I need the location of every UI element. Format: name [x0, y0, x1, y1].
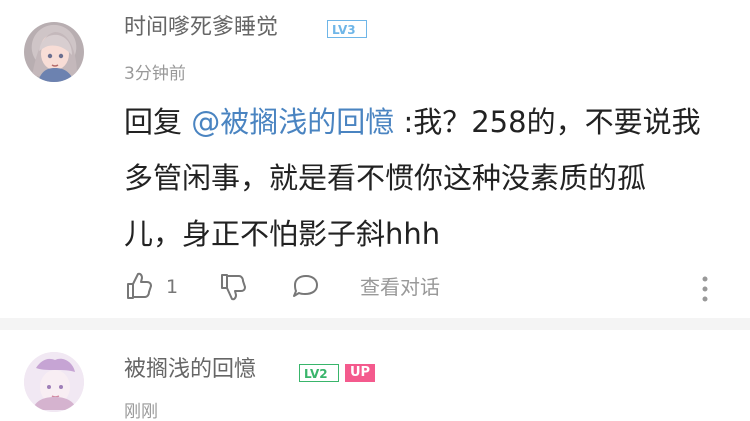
comment-text-line: :我？258的，不要说我	[394, 105, 701, 139]
level-badge: LV2	[299, 364, 339, 382]
like-count: 1	[166, 276, 179, 298]
comment-page: 时间嗲死爹睡觉 LV3 3分钟前 回复 @被搁浅的回憶 :我？258的，不要说我…	[0, 0, 750, 421]
comment-separator	[0, 318, 750, 330]
avatar-illustration	[32, 32, 77, 82]
view-dialog-link[interactable]: 查看对话	[360, 275, 440, 299]
comment-text-line: 多管闲事，就是看不惯你这种没素质的孤	[124, 161, 647, 195]
up-badge: UP	[345, 364, 376, 382]
comment-text-line: 儿，身正不怕影子斜hhh	[124, 217, 441, 251]
comment-item: 被搁浅的回憶 LV2 UP 刚刚	[0, 330, 750, 421]
more-options-icon[interactable]	[695, 271, 715, 307]
thumbs-up-icon[interactable]	[124, 271, 154, 301]
avatar[interactable]	[24, 352, 84, 412]
comment-item: 时间嗲死爹睡觉 LV3 3分钟前 回复 @被搁浅的回憶 :我？258的，不要说我…	[0, 0, 750, 318]
reply-prefix: 回复	[124, 105, 192, 139]
mention-link[interactable]: @被搁浅的回憶	[191, 105, 394, 139]
comment-body[interactable]: 回复 @被搁浅的回憶 :我？258的，不要说我 多管闲事，就是看不惯你这种没素质…	[124, 94, 724, 262]
level-badge: LV3	[327, 20, 367, 38]
avatar[interactable]	[24, 22, 84, 82]
timestamp: 3分钟前	[124, 64, 186, 84]
timestamp: 刚刚	[124, 402, 158, 421]
reply-bubble-icon[interactable]	[290, 271, 320, 301]
avatar-illustration	[24, 352, 84, 412]
username[interactable]: 时间嗲死爹睡觉	[124, 12, 278, 44]
thumbs-down-icon[interactable]	[218, 271, 248, 301]
username[interactable]: 被搁浅的回憶	[124, 354, 256, 386]
